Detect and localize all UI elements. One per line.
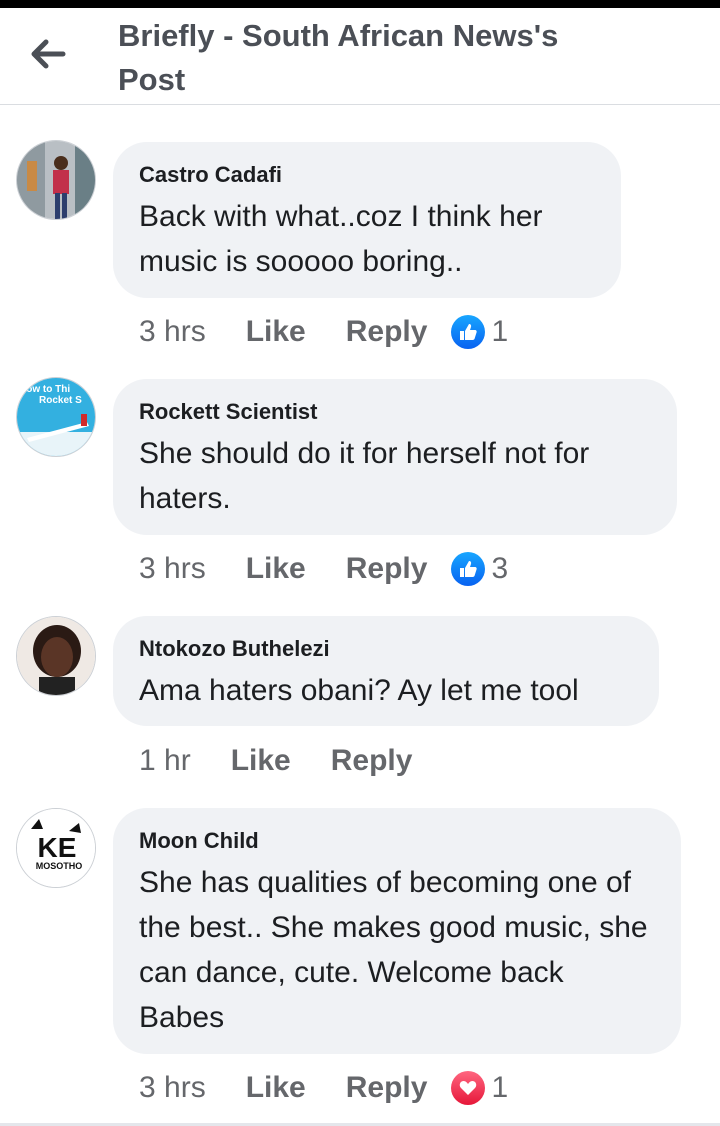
like-button[interactable]: Like bbox=[246, 552, 306, 586]
reply-button[interactable]: Reply bbox=[331, 744, 413, 778]
comment-author[interactable]: Castro Cadafi bbox=[139, 162, 595, 188]
avatar-photo: KE MOSOTHO bbox=[17, 809, 95, 887]
comment-actions: 3 hrs Like Reply 3 bbox=[139, 549, 508, 589]
like-button[interactable]: Like bbox=[246, 1071, 306, 1105]
like-button[interactable]: Like bbox=[231, 744, 291, 778]
reply-button[interactable]: Reply bbox=[346, 552, 428, 586]
love-icon bbox=[451, 1071, 486, 1105]
like-icon bbox=[451, 552, 486, 586]
reply-button[interactable]: Reply bbox=[346, 315, 428, 349]
back-button[interactable] bbox=[26, 32, 70, 76]
reaction-summary[interactable]: 3 bbox=[451, 552, 508, 586]
comment-text: She should do it for herself not for hat… bbox=[139, 437, 590, 515]
avatar-text: MOSOTHO bbox=[36, 861, 83, 871]
page-title: Briefly - South African News's Post bbox=[118, 18, 559, 97]
comment-text: She has qualities of becoming one of the… bbox=[139, 866, 648, 1034]
back-arrow-icon bbox=[31, 39, 66, 69]
post-header: Briefly - South African News's Post bbox=[0, 8, 720, 105]
reaction-count: 1 bbox=[491, 315, 509, 348]
comment-bubble[interactable]: Castro Cadafi Back with what..coz I thin… bbox=[113, 142, 621, 298]
avatar-text: Rocket S bbox=[39, 395, 82, 406]
comment-author[interactable]: Ntokozo Buthelezi bbox=[139, 636, 633, 662]
avatar[interactable]: KE MOSOTHO bbox=[16, 808, 96, 888]
like-icon bbox=[451, 315, 486, 349]
comment-bubble[interactable]: Rockett Scientist She should do it for h… bbox=[113, 379, 677, 535]
comment-actions: 1 hr Like Reply bbox=[139, 741, 412, 781]
comment-time[interactable]: 3 hrs bbox=[139, 315, 206, 349]
reaction-count: 3 bbox=[491, 552, 509, 585]
avatar-photo bbox=[17, 617, 95, 695]
avatar[interactable]: How to Thi Rocket S bbox=[16, 377, 96, 457]
comment-bubble[interactable]: Ntokozo Buthelezi Ama haters obani? Ay l… bbox=[113, 616, 659, 726]
comment-author[interactable]: Rockett Scientist bbox=[139, 399, 651, 425]
comment-time[interactable]: 1 hr bbox=[139, 744, 191, 778]
reaction-summary[interactable]: 1 bbox=[451, 1071, 508, 1105]
reaction-count: 1 bbox=[491, 1071, 509, 1104]
comment-author[interactable]: Moon Child bbox=[139, 828, 655, 854]
reaction-summary[interactable]: 1 bbox=[451, 315, 508, 349]
status-bar bbox=[0, 0, 720, 8]
avatar-photo: How to Thi Rocket S bbox=[17, 378, 95, 456]
comment-bubble[interactable]: Moon Child She has qualities of becoming… bbox=[113, 808, 681, 1054]
avatar[interactable] bbox=[16, 140, 96, 220]
comment-actions: 3 hrs Like Reply 1 bbox=[139, 312, 508, 352]
avatar-photo bbox=[17, 141, 95, 219]
like-button[interactable]: Like bbox=[246, 315, 306, 349]
avatar[interactable] bbox=[16, 616, 96, 696]
comment-text: Ama haters obani? Ay let me tool bbox=[139, 674, 579, 707]
reply-button[interactable]: Reply bbox=[346, 1071, 428, 1105]
comment-actions: 3 hrs Like Reply 1 bbox=[139, 1068, 508, 1108]
avatar-text: KE bbox=[38, 832, 77, 863]
avatar-text: How to Thi bbox=[19, 384, 70, 395]
comment-text: Back with what..coz I think her music is… bbox=[139, 200, 543, 278]
comment-time[interactable]: 3 hrs bbox=[139, 1071, 206, 1105]
comment-time[interactable]: 3 hrs bbox=[139, 552, 206, 586]
